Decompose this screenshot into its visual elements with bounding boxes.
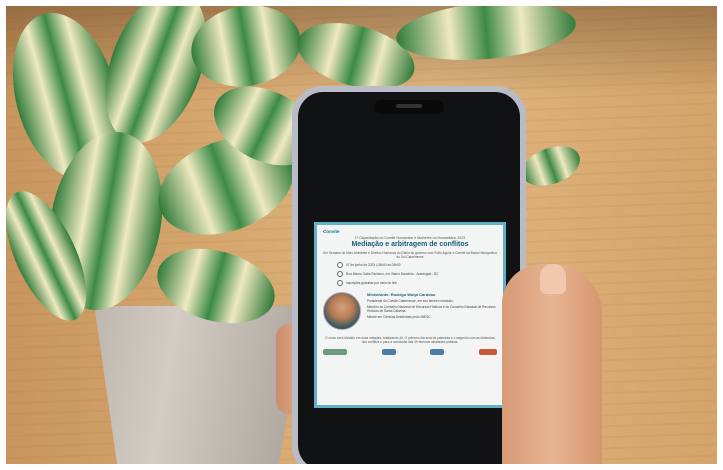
thumbnail	[540, 264, 566, 294]
earpiece	[396, 104, 422, 108]
phone-screen: Convite 1ª Capacitação do Comitê Humaniz…	[298, 92, 520, 464]
sponsor-logo	[381, 349, 396, 355]
photo: Convite 1ª Capacitação do Comitê Humaniz…	[6, 6, 717, 464]
registration-text: Inscrições gratuitas por meio do link	[346, 281, 397, 285]
invitation-intro: Em Semana do Meio Ambiente e Direitos Hu…	[323, 251, 497, 259]
speaker-section: Ministrante: Rodrigo Wolpi Cardoso Presi…	[323, 292, 497, 330]
invitation-subtitle: 1ª Capacitação do Comitê Humanizar e Mul…	[354, 236, 466, 240]
sponsor-logos	[323, 349, 497, 355]
footer-note: O curso será dividido em duas metades, t…	[325, 336, 495, 344]
speaker-photo	[323, 292, 361, 330]
speaker-name: Ministrante: Rodrigo Wolpi Cardoso	[367, 292, 436, 297]
sponsor-logo	[478, 349, 497, 355]
location-row: Rua Mauro Gaba Pacheco, s/n, Bairro Band…	[337, 271, 497, 277]
leaf	[396, 6, 576, 60]
invitation-card: Convite 1ª Capacitação do Comitê Humaniz…	[314, 222, 506, 408]
leaf	[522, 146, 580, 186]
registration-row: Inscrições gratuitas por meio do link	[337, 280, 497, 286]
sponsor-logo	[430, 349, 445, 355]
calendar-icon	[337, 262, 343, 268]
speaker-bullet: Presidente do Comitê Catarinense, em seu…	[367, 299, 454, 303]
link-icon	[337, 280, 343, 286]
leaf	[157, 248, 275, 324]
invitation-label: Convite	[323, 229, 340, 234]
sponsor-logo	[323, 349, 347, 355]
location-pin-icon	[337, 271, 343, 277]
smartphone: Convite 1ª Capacitação do Comitê Humaniz…	[292, 86, 526, 464]
speaker-info: Ministrante: Rodrigo Wolpi Cardoso Presi…	[367, 292, 497, 330]
location-text: Rua Mauro Gaba Pacheco, s/n, Bairro Band…	[346, 272, 439, 276]
invitation-title: Mediação e arbitragem de conflitos	[351, 241, 469, 248]
hand	[502, 264, 602, 464]
date-row: 07 de junho de 2023 | 08h00 às 09h00	[337, 262, 497, 268]
date-text: 07 de junho de 2023 | 08h00 às 09h00	[346, 263, 401, 267]
speaker-bullet: Membro do Conselho Nacional de Recursos …	[367, 305, 496, 313]
speaker-bullet: Mestre em Ciências Ambientais pela UNESC…	[367, 315, 432, 319]
